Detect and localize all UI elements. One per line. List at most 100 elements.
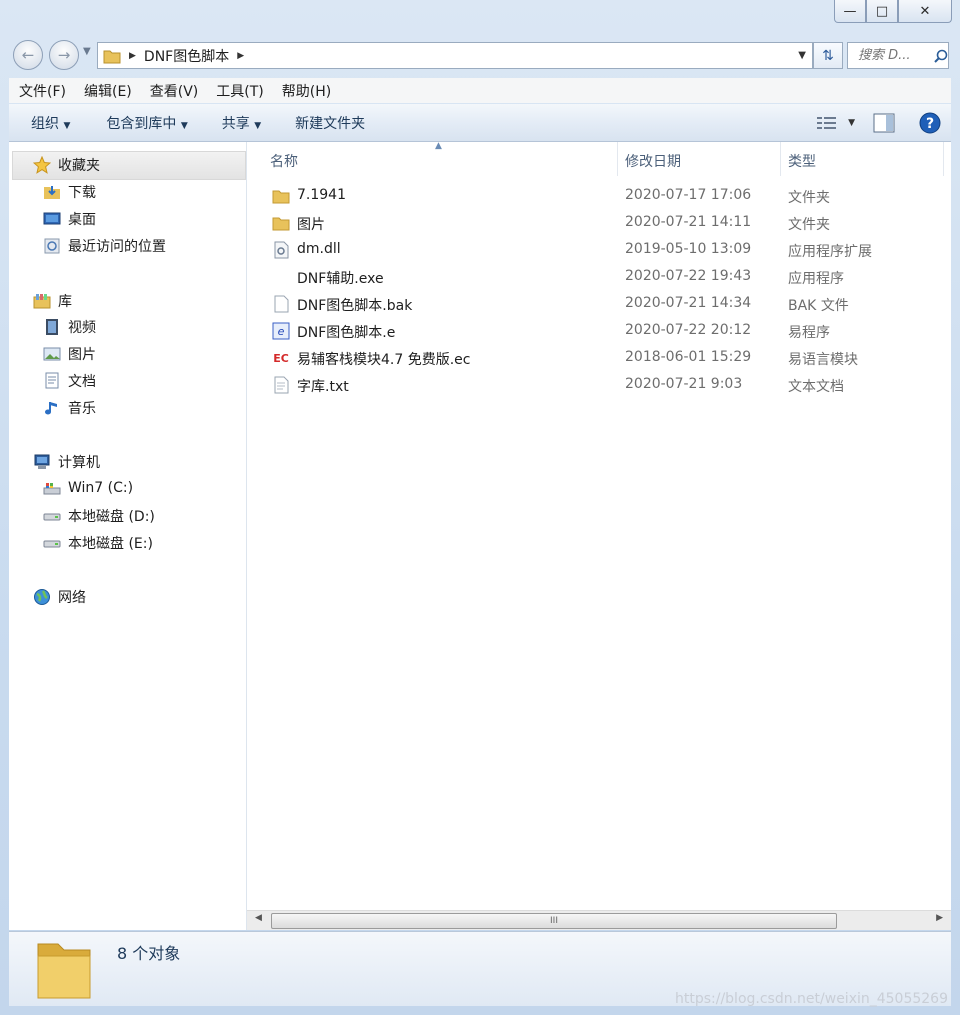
file-name: DNF辅助.exe xyxy=(297,271,384,287)
sidebar-label: 计算机 xyxy=(58,455,100,471)
organize-label: 组织 xyxy=(31,115,59,132)
forward-arrow-icon: → xyxy=(57,46,71,64)
sidebar-item-downloads[interactable]: 下载 xyxy=(43,182,96,202)
file-row[interactable]: dm.dll 2019-05-10 13:09 应用程序扩展 xyxy=(247,236,951,263)
menu-tools[interactable]: 工具(T) xyxy=(206,81,271,101)
include-in-library-button[interactable]: 包含到库中 ▼ xyxy=(95,113,198,133)
file-list: ▲ 名称 修改日期 类型 7.1941 2020-07-17 17:06 文件夹… xyxy=(247,141,951,910)
sidebar-item-documents[interactable]: 文档 xyxy=(43,371,96,391)
share-label: 共享 xyxy=(221,115,250,132)
sidebar-item-drive-d[interactable]: 本地磁盘 (D:) xyxy=(43,506,155,526)
sidebar-item-pictures[interactable]: 图片 xyxy=(43,344,96,364)
text-file-icon xyxy=(274,376,289,394)
sidebar-label: Win7 (C:) xyxy=(68,480,134,496)
recent-pages-dropdown[interactable]: ▼ xyxy=(83,46,91,57)
sidebar-label: 桌面 xyxy=(68,212,96,228)
maximize-button[interactable]: □ xyxy=(866,0,898,23)
search-input[interactable] xyxy=(856,47,934,64)
sidebar-label: 本地磁盘 (D:) xyxy=(68,509,155,525)
scroll-thumb[interactable]: III xyxy=(271,913,837,929)
share-button[interactable]: 共享 ▼ xyxy=(211,113,272,133)
sidebar-label: 文档 xyxy=(68,374,96,390)
column-header-date[interactable]: 修改日期 xyxy=(625,151,681,171)
sidebar-item-videos[interactable]: 视频 xyxy=(43,317,96,337)
file-date: 2019-05-10 13:09 xyxy=(625,241,752,257)
breadcrumb-separator-icon[interactable]: ▶ xyxy=(129,51,136,61)
sidebar-item-drive-c[interactable]: Win7 (C:) xyxy=(43,479,133,497)
file-row[interactable]: 7.1941 2020-07-17 17:06 文件夹 xyxy=(247,182,951,209)
back-button[interactable]: ← xyxy=(13,40,43,70)
folder-icon xyxy=(272,217,290,231)
file-row[interactable]: 图片 2020-07-21 14:11 文件夹 xyxy=(247,209,951,236)
sidebar-item-music[interactable]: 音乐 xyxy=(43,398,96,418)
column-header-type[interactable]: 类型 xyxy=(788,151,816,171)
menu-file[interactable]: 文件(F) xyxy=(9,81,74,101)
sidebar-label: 最近访问的位置 xyxy=(68,239,166,255)
menu-edit[interactable]: 编辑(E) xyxy=(74,81,140,101)
file-name: 图片 xyxy=(297,217,325,233)
breadcrumb-chevron-icon[interactable]: ▶ xyxy=(237,51,244,61)
sidebar-favorites[interactable]: 收藏夹 xyxy=(33,155,100,175)
search-box[interactable] xyxy=(847,42,949,69)
forward-button[interactable]: → xyxy=(49,40,79,70)
sidebar-item-drive-e[interactable]: 本地磁盘 (E:) xyxy=(43,533,153,553)
scroll-right-icon[interactable]: ▶ xyxy=(936,913,943,923)
sidebar-item-desktop[interactable]: 桌面 xyxy=(43,209,96,229)
command-bar: 组织 ▼ 包含到库中 ▼ 共享 ▼ 新建文件夹 ▼ ? xyxy=(9,104,951,142)
sidebar-computer[interactable]: 计算机 xyxy=(33,452,100,472)
horizontal-scrollbar[interactable]: ◀ III ▶ xyxy=(247,910,951,930)
organize-button[interactable]: 组织 ▼ xyxy=(20,113,81,133)
file-row[interactable]: DNF辅助.exe 2020-07-22 19:43 应用程序 xyxy=(247,263,951,290)
file-type: 应用程序扩展 xyxy=(788,244,872,260)
sidebar-label: 库 xyxy=(58,294,72,310)
menu-help[interactable]: 帮助(H) xyxy=(272,81,339,101)
chevron-down-icon: ▼ xyxy=(63,120,71,131)
picture-library-icon xyxy=(43,347,61,361)
refresh-button[interactable]: ⇅ xyxy=(813,42,843,69)
view-dropdown-icon[interactable]: ▼ xyxy=(848,118,855,128)
chevron-down-icon: ▼ xyxy=(180,120,188,131)
column-divider[interactable] xyxy=(780,142,781,176)
music-library-icon xyxy=(45,402,57,415)
preview-pane-icon[interactable] xyxy=(873,113,895,133)
address-bar[interactable]: ▶ DNF图色脚本 ▶ ▼ xyxy=(97,42,813,69)
file-row[interactable]: 字库.txt 2020-07-21 9:03 文本文档 xyxy=(247,371,951,398)
column-header-name[interactable]: 名称 xyxy=(270,151,298,171)
help-icon[interactable]: ? xyxy=(919,112,941,134)
file-date: 2020-07-21 14:11 xyxy=(625,214,752,230)
video-library-icon xyxy=(46,319,58,335)
file-row[interactable]: DNF图色脚本.bak 2020-07-21 14:34 BAK 文件 xyxy=(247,290,951,317)
watermark: https://blog.csdn.net/weixin_45055269 xyxy=(674,991,948,1007)
file-type: 文本文档 xyxy=(788,379,844,395)
hard-drive-icon xyxy=(43,513,61,521)
library-icon xyxy=(33,294,51,309)
address-dropdown-icon[interactable]: ▼ xyxy=(798,50,806,61)
column-divider[interactable] xyxy=(617,142,618,176)
blank-file-icon xyxy=(274,295,289,313)
downloads-folder-icon xyxy=(44,186,60,199)
scroll-left-icon[interactable]: ◀ xyxy=(255,913,262,923)
sidebar-item-recent-places[interactable]: 最近访问的位置 xyxy=(43,236,166,256)
system-drive-icon xyxy=(43,483,61,495)
column-divider[interactable] xyxy=(943,142,944,176)
file-type: BAK 文件 xyxy=(788,298,849,314)
sidebar-label: 音乐 xyxy=(68,401,96,417)
star-icon xyxy=(33,156,51,174)
file-name: 易辅客栈模块4.7 免费版.ec xyxy=(297,352,471,368)
sidebar-label: 下载 xyxy=(68,185,96,201)
close-button[interactable]: ✕ xyxy=(898,0,952,23)
breadcrumb-segment[interactable]: DNF图色脚本 xyxy=(144,46,229,66)
view-options-icon[interactable] xyxy=(816,115,838,131)
file-row[interactable]: EC 易辅客栈模块4.7 免费版.ec 2018-06-01 15:29 易语言… xyxy=(247,344,951,371)
menu-view[interactable]: 查看(V) xyxy=(140,81,207,101)
file-type: 应用程序 xyxy=(788,271,844,287)
new-folder-button[interactable]: 新建文件夹 xyxy=(284,113,376,133)
minimize-button[interactable]: — xyxy=(834,0,866,23)
sidebar-label: 网络 xyxy=(58,590,86,606)
sidebar-network[interactable]: 网络 xyxy=(33,587,86,607)
file-name: DNF图色脚本.e xyxy=(297,325,396,341)
file-row[interactable]: e DNF图色脚本.e 2020-07-22 20:12 易程序 xyxy=(247,317,951,344)
search-icon[interactable] xyxy=(934,49,948,63)
file-name: 字库.txt xyxy=(297,379,349,395)
sidebar-libraries[interactable]: 库 xyxy=(33,291,72,311)
